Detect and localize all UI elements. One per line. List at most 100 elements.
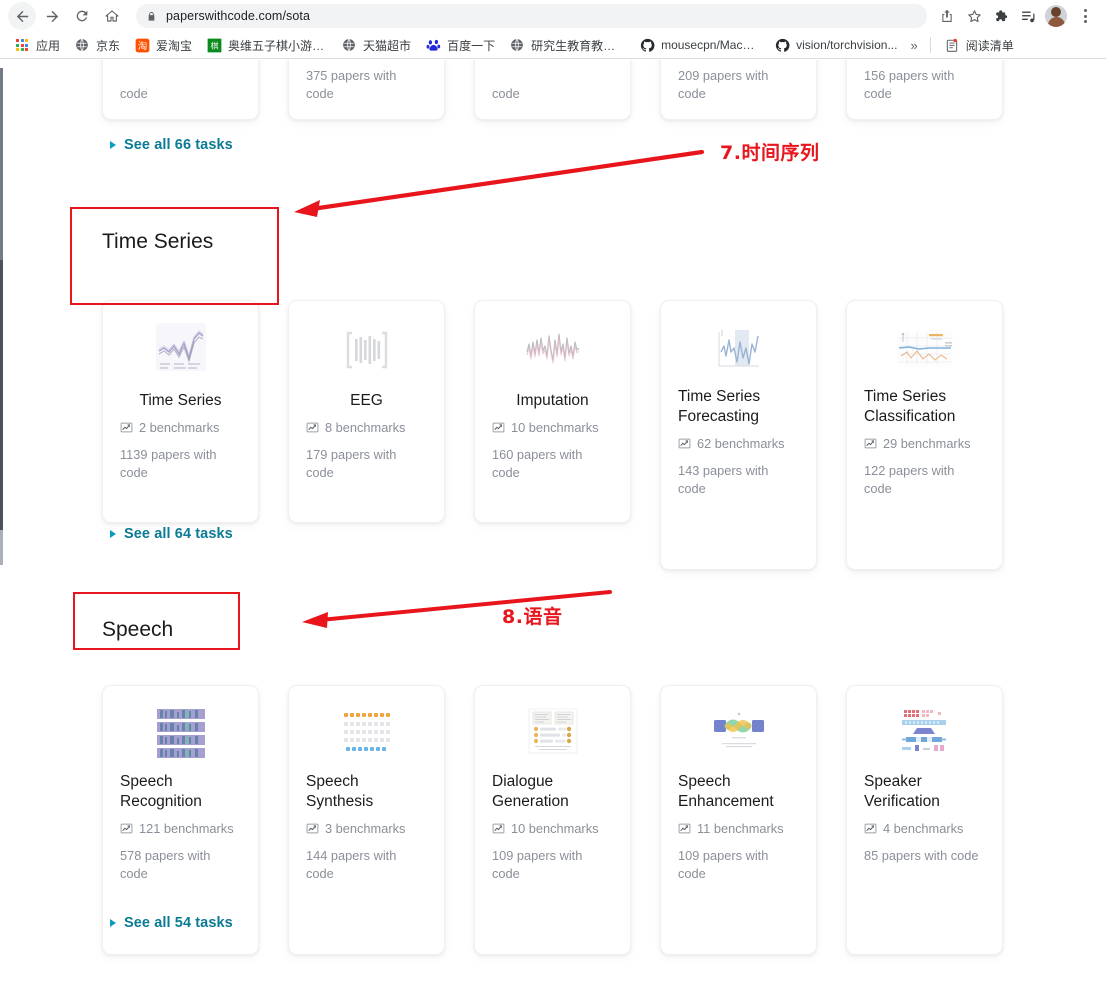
task-card-imputation[interactable]: Imputation 10 benchmarks 160 papers with… <box>474 300 631 523</box>
papers-count: code <box>120 85 148 101</box>
avatar-body <box>1047 17 1065 27</box>
back-arrow-icon <box>16 10 28 22</box>
benchmarks-label: 10 benchmarks <box>511 419 599 435</box>
forward-button[interactable] <box>38 2 66 30</box>
benchmark-chart-icon <box>864 823 877 833</box>
eeg-icon <box>346 331 387 369</box>
bookmark-label: 应用 <box>36 38 61 53</box>
bookmarks-overflow-button[interactable]: » <box>904 38 923 53</box>
line-chart-thumb <box>120 319 241 381</box>
card-title: Time Series <box>139 392 222 409</box>
spectrogram-icon <box>156 709 205 758</box>
benchmark-chart-icon <box>306 823 319 833</box>
bookmark-github-torchvision[interactable]: vision/torchvision... <box>767 34 904 56</box>
bookmark-label: 奥维五子棋小游戏,... <box>228 38 328 53</box>
bookmark-edu[interactable]: 研究生教育教学管... <box>502 34 632 56</box>
bookmarks-bar: 应用 京东 淘 爱淘宝 棋 奥维五子棋小游戏,... 天猫超市 百度一下 研究生… <box>0 32 1106 59</box>
see-all-label: See all 66 tasks <box>124 137 233 153</box>
reload-button[interactable] <box>68 2 96 30</box>
task-card-speech-enhancement[interactable]: Speech Enhancement 11 benchmarks 109 pap… <box>660 685 817 955</box>
see-all-tasks-link-top[interactable]: See all 66 tasks <box>110 137 233 153</box>
reading-list-bookmark[interactable]: 阅读清单 <box>937 34 1021 56</box>
baidu-icon <box>425 37 441 53</box>
benchmark-chart-icon <box>120 823 133 833</box>
bookmark-label: 天猫超市 <box>363 38 412 53</box>
task-card-dialogue-generation[interactable]: Dialogue Generation 10 benchmarks 109 pa… <box>474 685 631 955</box>
bookmark-tmall[interactable]: 天猫超市 <box>334 34 418 56</box>
extensions-button[interactable] <box>988 3 1014 29</box>
bookmark-github-mousecpn[interactable]: mousecpn/Machi... <box>632 34 767 56</box>
benchmarks-label: 29 benchmarks <box>883 435 971 451</box>
reading-list-label: 阅读清单 <box>965 38 1014 53</box>
back-button[interactable] <box>8 2 36 30</box>
benchmarks-row: 2 benchmarks <box>120 420 241 435</box>
task-card-time-series-forecasting[interactable]: Time Series Forecasting 62 benchmarks 14… <box>660 300 817 570</box>
card-clipped-4[interactable]: 209 papers with code <box>660 60 817 120</box>
enhancement-diagram-icon <box>713 712 764 748</box>
benchmark-chart-icon <box>864 438 877 448</box>
card-clipped-3[interactable]: code <box>474 60 631 120</box>
bookmark-baidu[interactable]: 百度一下 <box>418 34 502 56</box>
task-card-speech-synthesis[interactable]: Speech Synthesis 3 benchmarks 144 papers… <box>288 685 445 955</box>
bookmark-taobao[interactable]: 淘 爱淘宝 <box>127 34 199 56</box>
reload-icon <box>76 10 88 22</box>
svg-text:淘: 淘 <box>137 39 146 51</box>
card-title: Speech Synthesis <box>306 773 374 810</box>
bookmark-label: 爱淘宝 <box>156 38 193 53</box>
papers-count: 85 papers with code <box>864 847 979 863</box>
apps-grid-icon <box>14 37 30 53</box>
card-clipped-2[interactable]: 375 papers with code <box>288 60 445 120</box>
lock-icon <box>146 10 157 23</box>
papers-count: 143 papers with code <box>678 462 769 496</box>
svg-text:棋: 棋 <box>210 40 218 50</box>
annotation-label-time-series: 7.时间序列 <box>720 142 820 164</box>
profile-avatar[interactable] <box>1045 5 1067 27</box>
home-icon <box>105 10 119 22</box>
papers-count: 156 papers with code <box>864 67 955 101</box>
share-button[interactable] <box>934 3 960 29</box>
home-button[interactable] <box>98 2 126 30</box>
url-text: paperswithcode.com/sota <box>166 9 311 23</box>
see-all-tasks-link-time-series[interactable]: See all 64 tasks <box>110 526 233 542</box>
speaker-net-icon <box>901 710 946 751</box>
globe-icon <box>74 37 90 53</box>
card-clipped-5[interactable]: 156 papers with code <box>846 60 1003 120</box>
annotation-arrow-time-series <box>294 149 705 217</box>
reading-list-icon <box>944 37 960 53</box>
card-title: Time Series Classification <box>864 388 956 425</box>
noisy-signal-icon <box>525 333 579 364</box>
share-icon <box>942 9 952 22</box>
see-all-tasks-link-speech[interactable]: See all 54 tasks <box>110 915 233 931</box>
star-icon <box>967 9 981 22</box>
reading-list-button[interactable] <box>1015 3 1041 29</box>
eeg-bars-thumb <box>306 319 427 381</box>
papers-count: 209 papers with code <box>678 67 769 101</box>
address-bar[interactable]: paperswithcode.com/sota <box>136 4 927 28</box>
task-card-speaker-verification[interactable]: Speaker Verification 4 benchmarks 85 pap… <box>846 685 1003 955</box>
forward-arrow-icon <box>46 10 58 22</box>
chevron-right-icon <box>110 530 116 538</box>
bookmark-star-button[interactable] <box>961 3 987 29</box>
task-card-time-series-classification[interactable]: Time Series Classification 29 benchmarks… <box>846 300 1003 570</box>
paper-page-thumb <box>492 704 613 762</box>
card-clipped-1[interactable]: code <box>102 60 259 120</box>
bookmark-game[interactable]: 棋 奥维五子棋小游戏,... <box>199 34 334 56</box>
benchmarks-label: 121 benchmarks <box>139 820 234 836</box>
papers-count: 179 papers with code <box>306 446 397 480</box>
papers-count: 1139 papers with code <box>120 446 217 480</box>
benchmarks-label: 4 benchmarks <box>883 820 964 836</box>
bookmark-jd[interactable]: 京东 <box>67 34 127 56</box>
papers-count: 160 papers with code <box>492 446 583 480</box>
benchmarks-label: 3 benchmarks <box>325 820 406 836</box>
spectrogram-thumb <box>120 704 241 762</box>
dot-grid-thumb <box>306 704 427 762</box>
annotation-label-speech: 8.语音 <box>502 606 563 628</box>
task-card-time-series[interactable]: Time Series 2 benchmarks 1139 papers wit… <box>102 300 259 523</box>
papers-count: 109 papers with code <box>492 847 583 881</box>
bookmark-label: mousecpn/Machi... <box>661 38 761 52</box>
bookmark-apps[interactable]: 应用 <box>7 34 67 56</box>
benchmarks-row: 10 benchmarks <box>492 420 613 435</box>
task-card-eeg[interactable]: EEG 8 benchmarks 179 papers with code <box>288 300 445 523</box>
bookmark-label: vision/torchvision... <box>796 38 898 52</box>
browser-menu-button[interactable] <box>1072 3 1098 29</box>
